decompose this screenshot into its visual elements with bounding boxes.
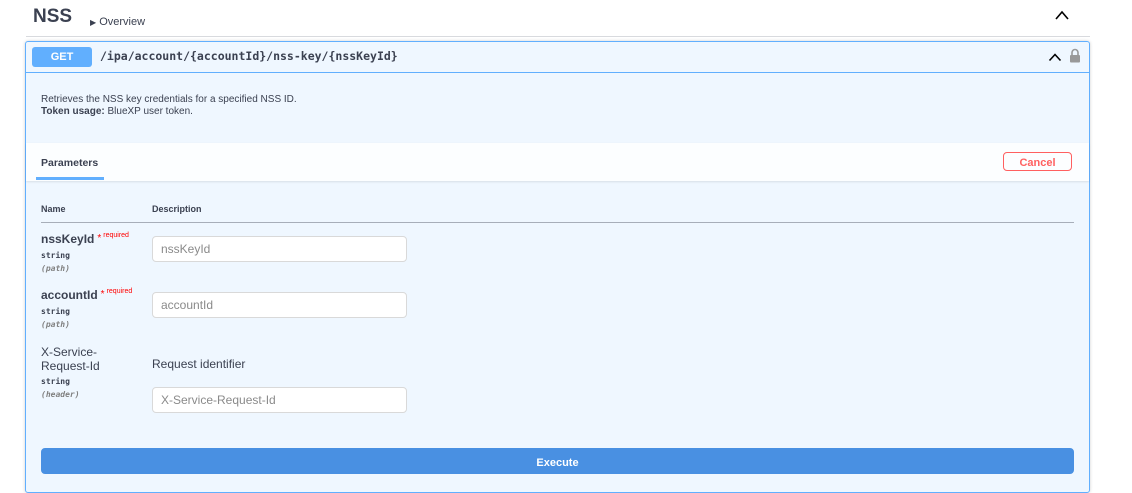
tag-description-text: Overview: [99, 16, 146, 28]
table-header-divider: [41, 222, 1074, 223]
operation-description: Retrieves the NSS key credentials for a …: [41, 94, 297, 118]
token-usage: Token usage: BlueXP user token.: [41, 106, 297, 118]
tab-active-indicator: [36, 177, 104, 180]
nsskeyid-input[interactable]: [152, 236, 407, 262]
param-location: (header): [41, 390, 80, 399]
required-label: required: [103, 232, 129, 239]
param-name-text: accountId: [41, 288, 98, 302]
x-service-request-id-input[interactable]: [152, 387, 407, 413]
required-star: *: [97, 233, 102, 244]
param-location: (path): [41, 264, 70, 273]
required-star: *: [100, 289, 105, 300]
param-name-line1: X-Service-: [41, 345, 98, 359]
operation-path: /ipa/account/{accountId}/nss-key/{nssKey…: [100, 49, 398, 63]
lock-icon[interactable]: [1069, 48, 1081, 63]
param-name-nsskeyid: nssKeyId * required: [41, 232, 129, 246]
tag-description-arrow: ▶: [90, 18, 97, 27]
cancel-button[interactable]: Cancel: [1003, 152, 1072, 171]
token-usage-label: Token usage:: [41, 106, 105, 117]
param-type: string: [41, 377, 70, 386]
operation-summary-text: Retrieves the NSS key credentials for a …: [41, 94, 297, 105]
operation-summary[interactable]: GET /ipa/account/{accountId}/nss-key/{ns…: [26, 42, 1089, 73]
param-location: (path): [41, 320, 70, 329]
param-name-accountid: accountId * required: [41, 288, 132, 302]
param-name-text: nssKeyId: [41, 232, 95, 246]
token-usage-value: BlueXP user token.: [107, 106, 193, 117]
param-name-line2: Request-Id: [41, 359, 100, 373]
param-description: Request identifier: [152, 357, 246, 371]
tab-parameters[interactable]: Parameters: [41, 157, 98, 169]
accountid-input[interactable]: [152, 292, 407, 318]
tag-name: NSS: [33, 6, 73, 27]
method-badge: GET: [32, 47, 92, 67]
param-type: string: [41, 251, 70, 260]
tag-description: ▶ Overview: [90, 16, 145, 28]
column-header-name: Name: [41, 204, 66, 214]
chevron-up-icon[interactable]: [1048, 52, 1062, 62]
param-type: string: [41, 307, 70, 316]
execute-button[interactable]: Execute: [41, 448, 1074, 474]
required-label: required: [106, 288, 133, 295]
operation-block-get: GET /ipa/account/{accountId}/nss-key/{ns…: [25, 41, 1090, 493]
column-header-description: Description: [152, 204, 202, 214]
chevron-up-icon[interactable]: [1054, 9, 1070, 21]
tag-section-header[interactable]: NSS ▶ Overview: [26, 0, 1090, 37]
parameters-header: Parameters Cancel: [26, 143, 1089, 181]
param-name-x-service-request-id: X-Service- Request-Id: [41, 345, 121, 373]
